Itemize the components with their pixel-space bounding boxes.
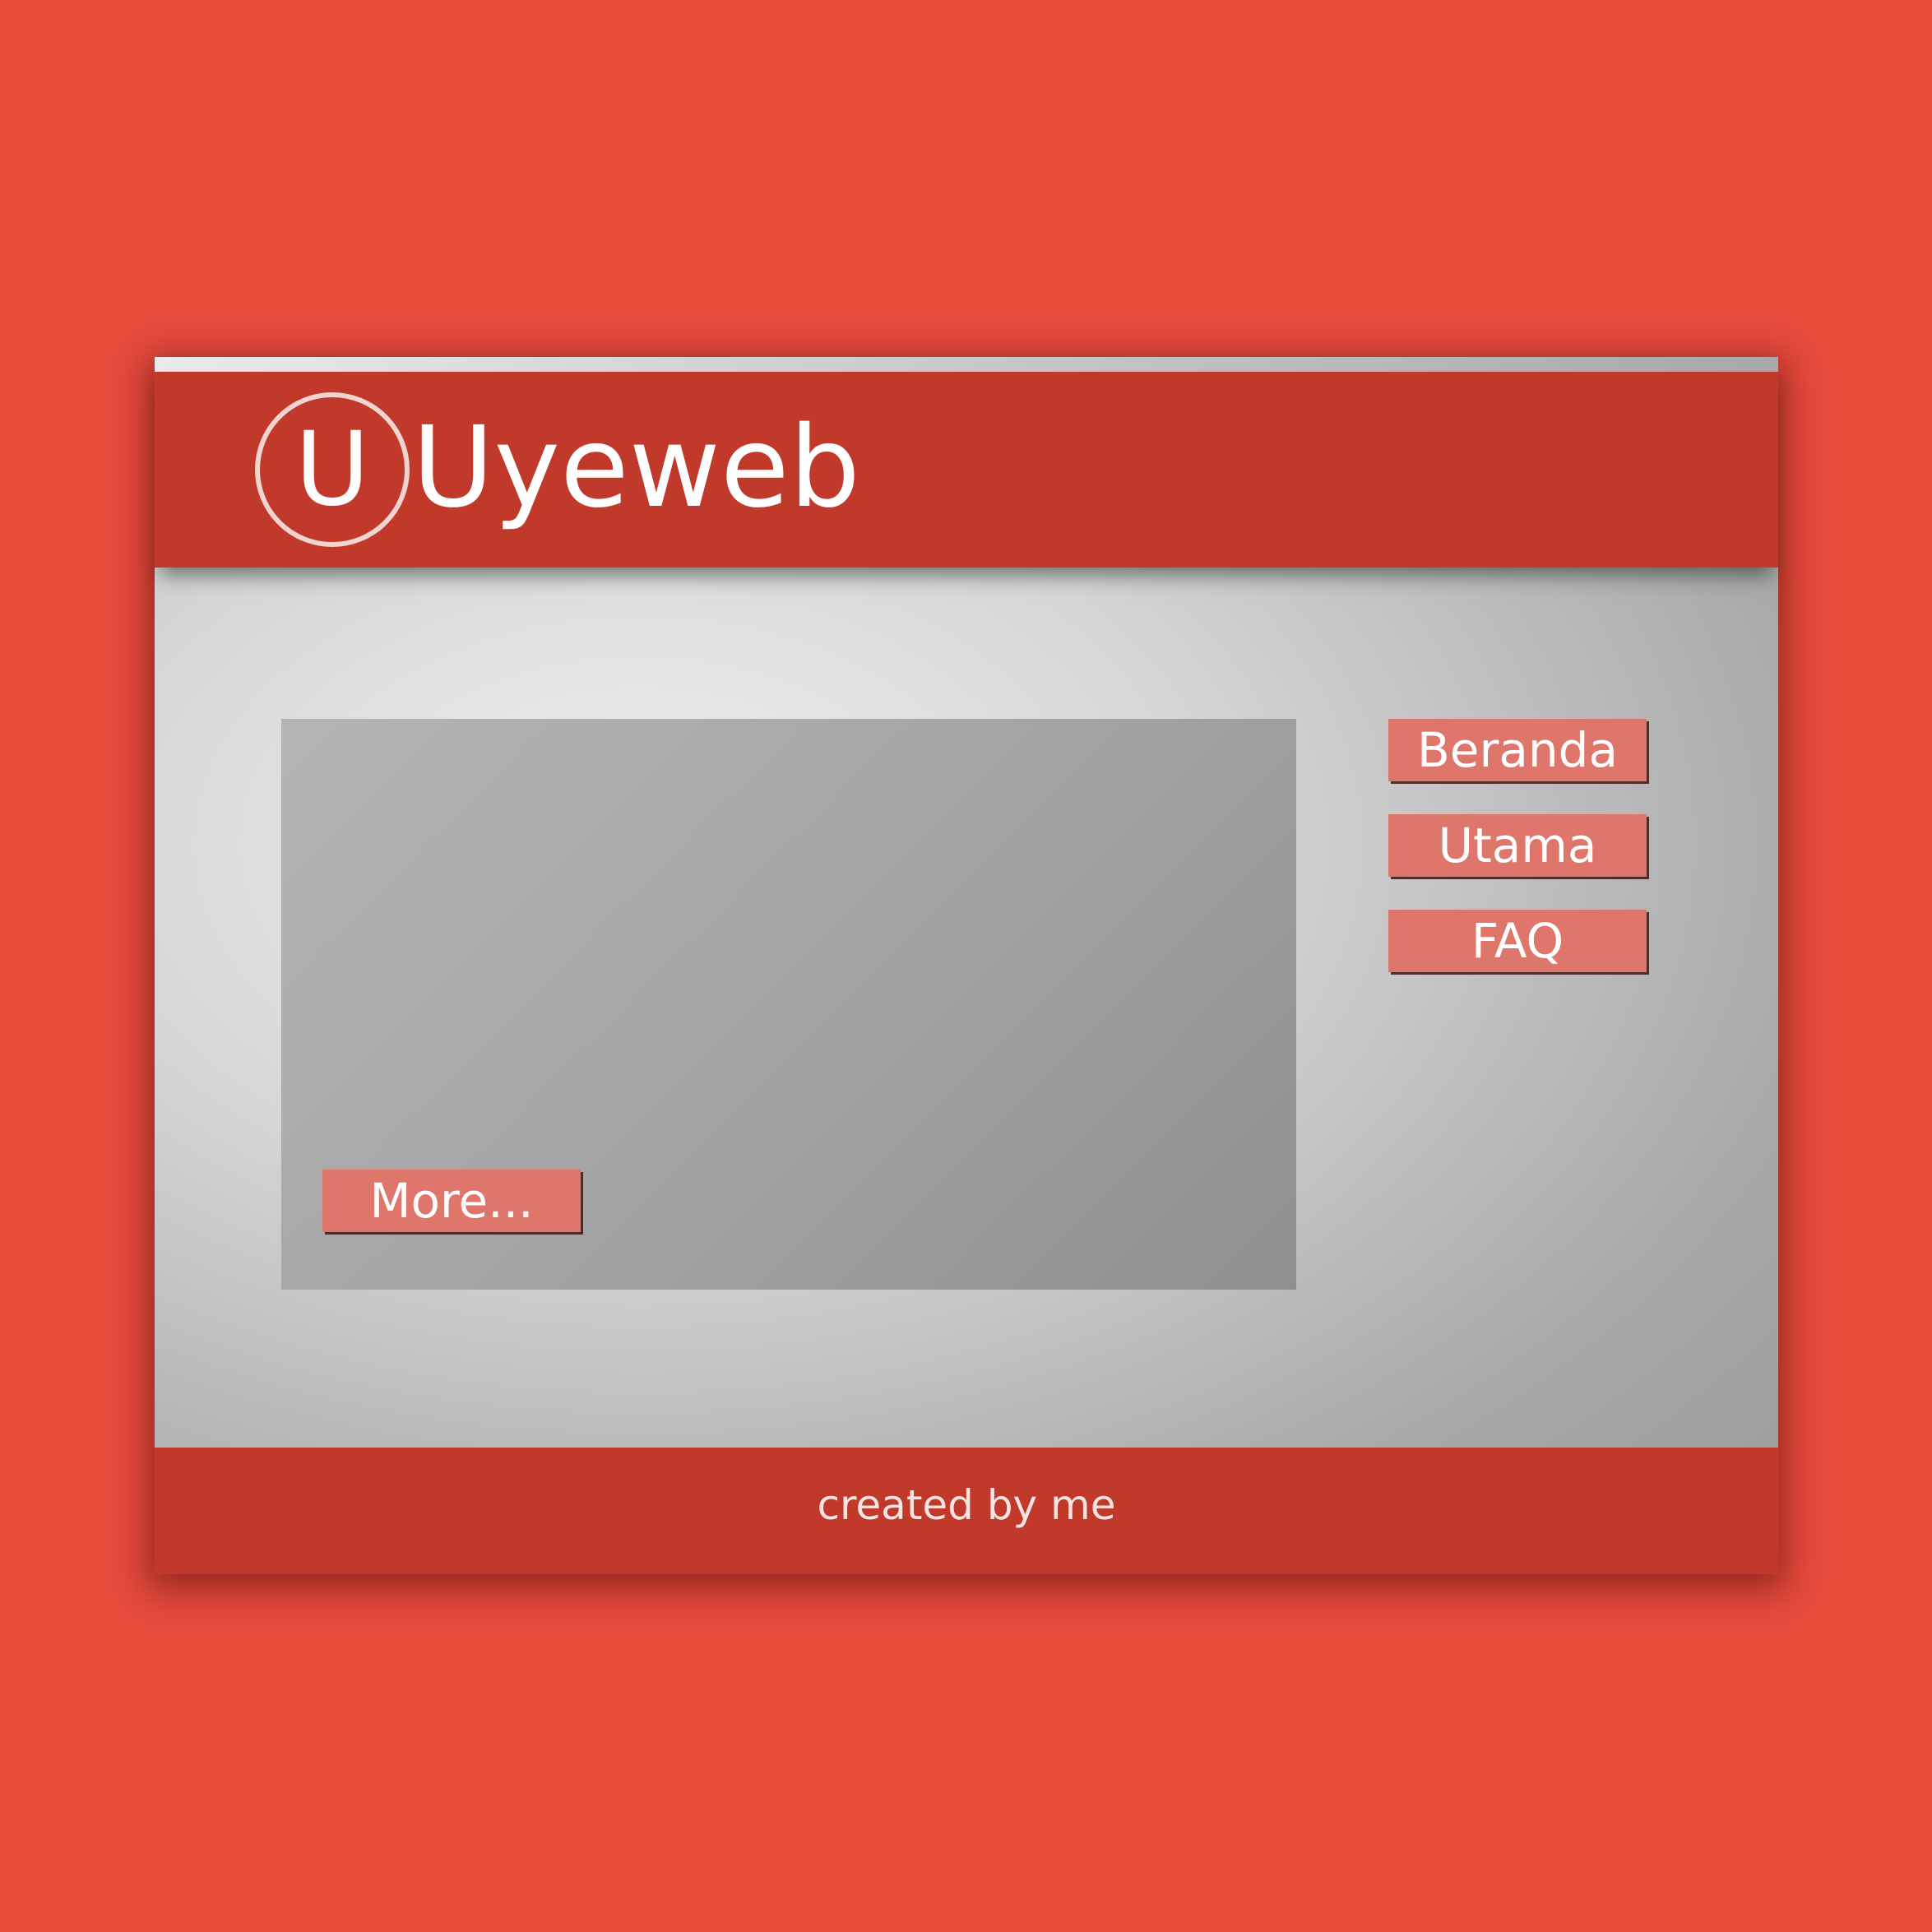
footer-text: created by me: [817, 1481, 1116, 1529]
nav-button-faq[interactable]: FAQ: [1388, 910, 1647, 972]
more-button[interactable]: More...: [322, 1170, 581, 1232]
site-footer: created by me: [155, 1448, 1778, 1574]
nav-button-beranda[interactable]: Beranda: [1388, 719, 1647, 781]
top-strip: [155, 357, 1778, 372]
site-window: U Uyeweb More... Beranda Utama FAQ creat…: [155, 357, 1778, 1574]
nav-button-utama[interactable]: Utama: [1388, 814, 1647, 877]
logo-icon[interactable]: U: [255, 392, 410, 547]
content-panel: More...: [281, 719, 1296, 1290]
brand-name[interactable]: Uyeweb: [412, 406, 860, 530]
site-header: U Uyeweb: [155, 372, 1778, 568]
